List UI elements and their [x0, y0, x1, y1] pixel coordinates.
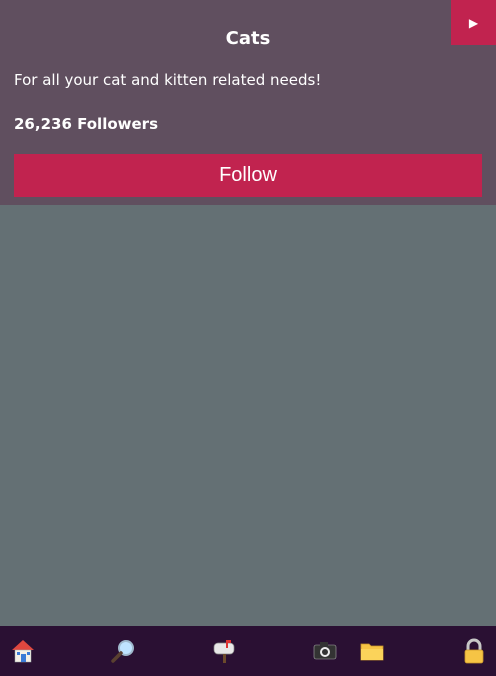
camera-icon[interactable] [310, 636, 340, 666]
followers-count: 26,236 Followers [14, 115, 158, 133]
mailbox-icon[interactable] [209, 636, 239, 666]
bottom-navigation [0, 626, 496, 676]
community-description: For all your cat and kitten related need… [14, 71, 322, 89]
community-header: ▶ Cats For all your cat and kitten relat… [0, 0, 496, 205]
follow-button[interactable]: Follow [14, 154, 482, 197]
folder-icon[interactable] [357, 636, 387, 666]
home-icon[interactable] [8, 636, 38, 666]
page-title: Cats [225, 28, 271, 49]
lock-icon[interactable] [459, 636, 489, 666]
search-icon[interactable] [108, 636, 138, 666]
content-area [0, 205, 496, 626]
